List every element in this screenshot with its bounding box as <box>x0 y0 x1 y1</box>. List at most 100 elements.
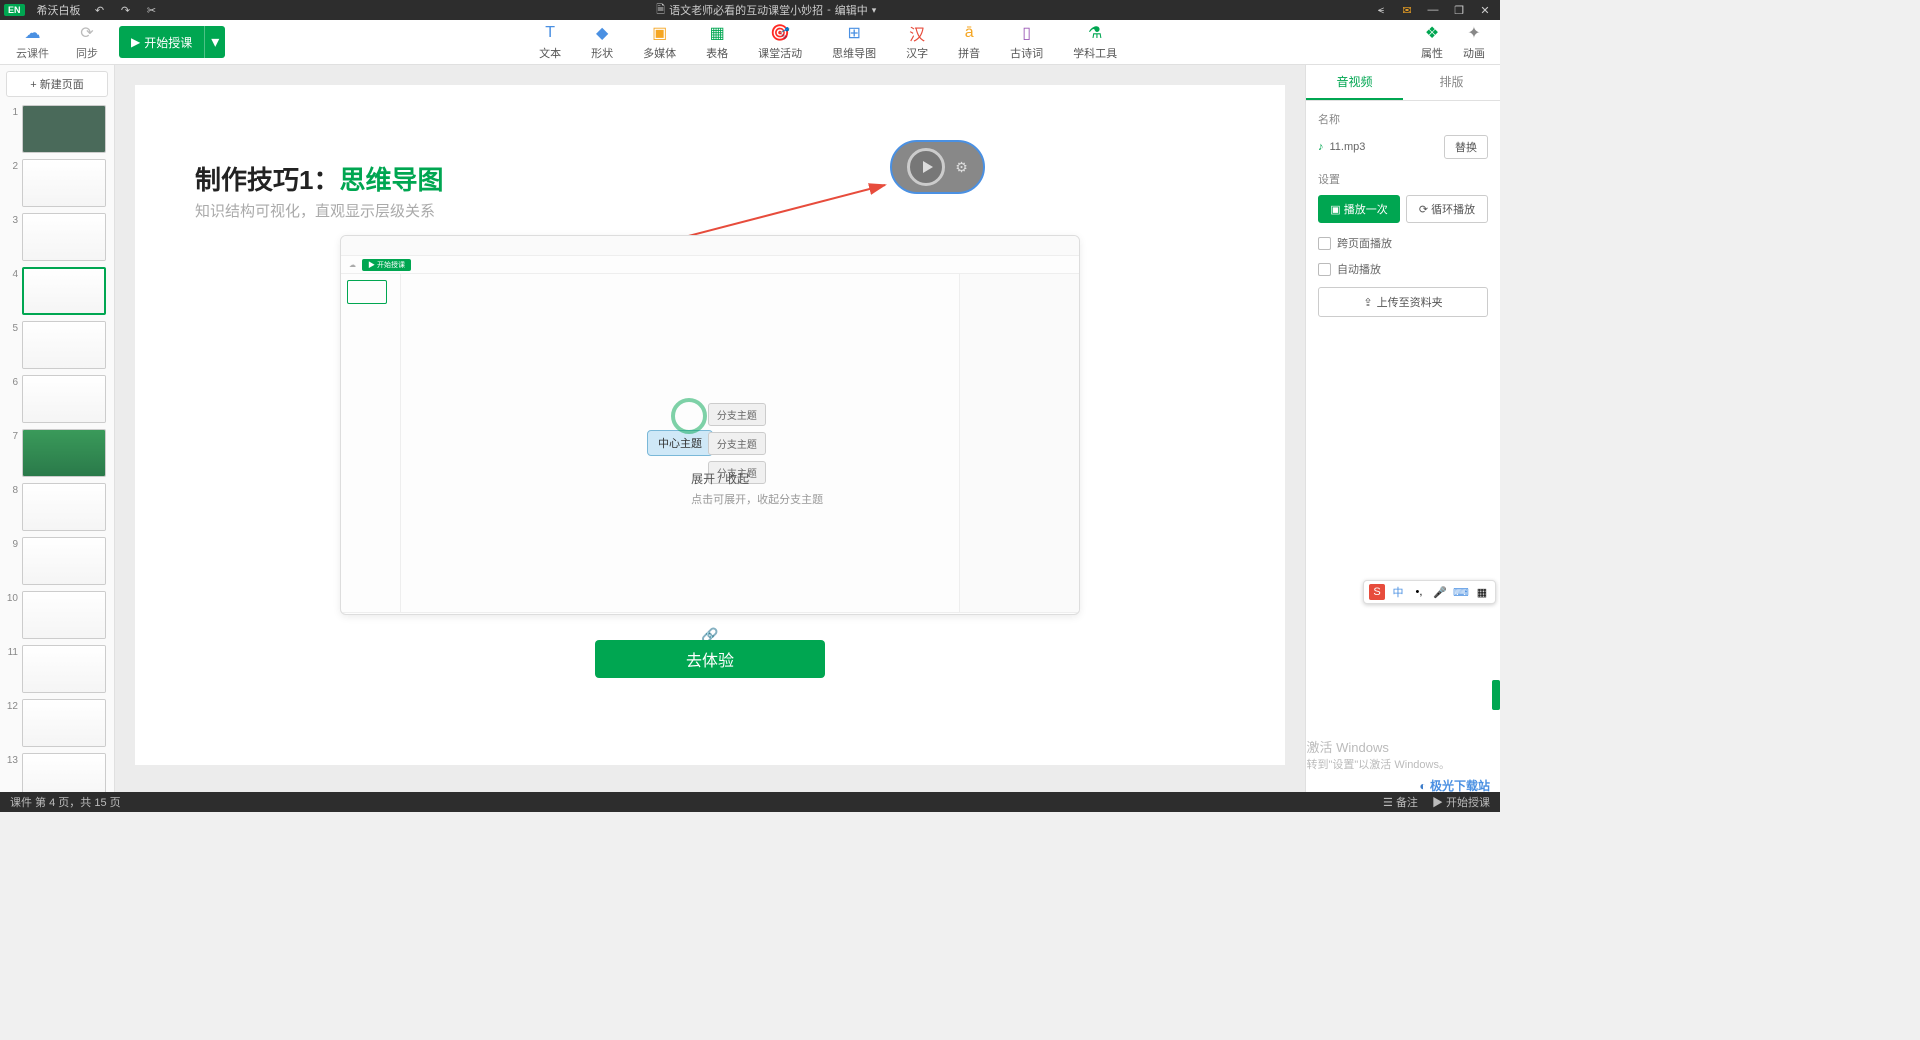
document-state: 编辑中 <box>835 2 868 18</box>
thumb-6[interactable] <box>22 375 106 423</box>
demo-screenshot: ☁ ▶ 开始授课 中心主题 分支主题 分支主题 分支主题 <box>340 235 1080 615</box>
play-icon: ▣ <box>1330 203 1340 216</box>
ime-punct-icon: •, <box>1411 584 1427 600</box>
minimize-icon[interactable]: — <box>1426 3 1440 17</box>
canvas-area[interactable]: 制作技巧1：思维导图 知识结构可视化，直观显示层级关系 ⚙ ☁ ▶ 开始授课 <box>115 65 1305 792</box>
slide-title: 制作技巧1：思维导图 <box>195 160 443 197</box>
tool-subject[interactable]: ⚗学科工具 <box>1073 23 1117 61</box>
experience-button[interactable]: 去体验 <box>595 640 825 678</box>
tab-layout[interactable]: 排版 <box>1403 65 1500 100</box>
thumb-1[interactable] <box>22 105 106 153</box>
properties-panel: 音视频 排版 名称 ♪ 11.mp3 替换 设置 ▣播放一次 ⟳循环播放 跨页面… <box>1305 65 1500 792</box>
tool-mindmap[interactable]: ⊞思维导图 <box>832 23 876 61</box>
tab-audio-video[interactable]: 音视频 <box>1306 65 1403 100</box>
app-logo: EN <box>4 4 25 16</box>
thumb-11[interactable] <box>22 645 106 693</box>
statusbar: 课件 第 4 页，共 15 页 ☰ 备注 ▶ 开始授课 <box>0 792 1500 812</box>
thumb-12[interactable] <box>22 699 106 747</box>
cloud-upload-icon: ⇪ <box>1363 296 1372 309</box>
settings-label: 设置 <box>1318 171 1488 187</box>
undo-icon[interactable]: ↶ <box>93 3 107 17</box>
cloud-icon: ☁ <box>25 23 41 43</box>
cut-icon[interactable]: ✂ <box>145 3 159 17</box>
properties-tab[interactable]: ❖属性 <box>1421 23 1443 61</box>
ime-mic-icon: 🎤 <box>1432 584 1448 600</box>
properties-icon: ❖ <box>1422 23 1442 43</box>
thumb-8[interactable] <box>22 483 106 531</box>
ime-grid-icon: ▦ <box>1474 584 1490 600</box>
audio-play-button[interactable] <box>907 148 945 186</box>
hanzi-icon: 汉 <box>907 23 927 43</box>
loop-icon: ⟳ <box>1419 203 1428 216</box>
mindmap-branch: 分支主题 <box>708 432 766 455</box>
slide-subtitle: 知识结构可视化，直观显示层级关系 <box>195 200 435 221</box>
ime-logo-icon: S <box>1369 584 1385 600</box>
slide[interactable]: 制作技巧1：思维导图 知识结构可视化，直观显示层级关系 ⚙ ☁ ▶ 开始授课 <box>135 85 1285 765</box>
scrollbar-stub[interactable] <box>1492 680 1500 710</box>
thumb-7[interactable] <box>22 429 106 477</box>
start-teaching-button[interactable]: ▶ 开始授课 <box>119 26 204 58</box>
audio-filename: ♪ 11.mp3 <box>1318 141 1365 153</box>
media-icon: ▣ <box>650 23 670 43</box>
ime-lang: 中 <box>1390 584 1406 600</box>
tool-shape[interactable]: ◆形状 <box>591 23 613 61</box>
audio-settings-icon[interactable]: ⚙ <box>955 159 968 176</box>
thumb-4[interactable] <box>22 267 106 315</box>
thumb-13[interactable] <box>22 753 106 792</box>
file-icon: 🗎 <box>656 1 665 20</box>
start-dropdown[interactable]: ▾ <box>204 26 225 58</box>
tool-poem[interactable]: ▯古诗词 <box>1010 23 1043 61</box>
mindmap-branch: 分支主题 <box>708 403 766 426</box>
activity-icon: 🎯 <box>770 23 790 43</box>
sync-button[interactable]: ⟳ 同步 <box>70 21 104 63</box>
tool-hanzi[interactable]: 汉汉字 <box>906 23 928 61</box>
ime-toolbar[interactable]: S 中 •, 🎤 ⌨ ▦ <box>1363 580 1496 604</box>
play-icon: ▶ <box>131 35 140 49</box>
animation-icon: ✦ <box>1464 23 1484 43</box>
share-icon[interactable]: ⪪ <box>1374 3 1388 17</box>
toolbar: ☁ 云课件 ⟳ 同步 ▶ 开始授课 ▾ T文本 ◆形状 ▣多媒体 ▦表格 🎯课堂… <box>0 20 1500 65</box>
table-icon: ▦ <box>707 23 727 43</box>
tool-text[interactable]: T文本 <box>539 23 561 61</box>
document-title: 语文老师必看的互动课堂小妙招 <box>669 2 823 18</box>
shape-icon: ◆ <box>592 23 612 43</box>
tool-pinyin[interactable]: ā拼音 <box>958 23 980 61</box>
sidebar-thumbnails: + 新建页面 1 2 3 4 5 6 7 8 9 10 11 12 13 <box>0 65 115 792</box>
ime-keyboard-icon: ⌨ <box>1453 584 1469 600</box>
redo-icon[interactable]: ↷ <box>119 3 133 17</box>
music-icon: ♪ <box>1318 141 1324 153</box>
poem-icon: ▯ <box>1017 23 1037 43</box>
pinyin-icon: ā <box>959 23 979 43</box>
new-page-button[interactable]: + 新建页面 <box>6 71 108 97</box>
remark-button[interactable]: ☰ 备注 <box>1383 794 1418 810</box>
thumbnail-list[interactable]: 1 2 3 4 5 6 7 8 9 10 11 12 13 <box>0 103 114 792</box>
close-icon[interactable]: ✕ <box>1478 3 1492 17</box>
tool-table[interactable]: ▦表格 <box>706 23 728 61</box>
auto-play-checkbox[interactable]: 自动播放 <box>1318 261 1488 277</box>
replace-button[interactable]: 替换 <box>1444 135 1488 159</box>
tool-activity[interactable]: 🎯课堂活动 <box>758 23 802 61</box>
name-label: 名称 <box>1318 111 1488 127</box>
start-teaching-status[interactable]: ▶ 开始授课 <box>1432 794 1490 810</box>
loop-play-button[interactable]: ⟳循环播放 <box>1406 195 1488 223</box>
animation-tab[interactable]: ✦动画 <box>1463 23 1485 61</box>
thumb-3[interactable] <box>22 213 106 261</box>
thumb-9[interactable] <box>22 537 106 585</box>
thumb-5[interactable] <box>22 321 106 369</box>
app-name: 希沃白板 <box>37 2 81 18</box>
page-indicator: 课件 第 4 页，共 15 页 <box>10 794 121 810</box>
upload-button[interactable]: ⇪上传至资料夹 <box>1318 287 1488 317</box>
titlebar: EN 希沃白板 ↶ ↷ ✂ 🗎 语文老师必看的互动课堂小妙招 - 编辑中 ▾ ⪪… <box>0 0 1500 20</box>
maximize-icon[interactable]: ❐ <box>1452 3 1466 17</box>
cross-page-checkbox[interactable]: 跨页面播放 <box>1318 235 1488 251</box>
text-icon: T <box>540 23 560 43</box>
mail-icon[interactable]: ✉ <box>1400 3 1414 17</box>
subject-icon: ⚗ <box>1085 23 1105 43</box>
tool-media[interactable]: ▣多媒体 <box>643 23 676 61</box>
play-once-button[interactable]: ▣播放一次 <box>1318 195 1400 223</box>
thumb-2[interactable] <box>22 159 106 207</box>
thumb-10[interactable] <box>22 591 106 639</box>
sync-icon: ⟳ <box>80 23 93 43</box>
mindmap-icon: ⊞ <box>844 23 864 43</box>
cloud-courseware[interactable]: ☁ 云课件 <box>10 21 55 63</box>
